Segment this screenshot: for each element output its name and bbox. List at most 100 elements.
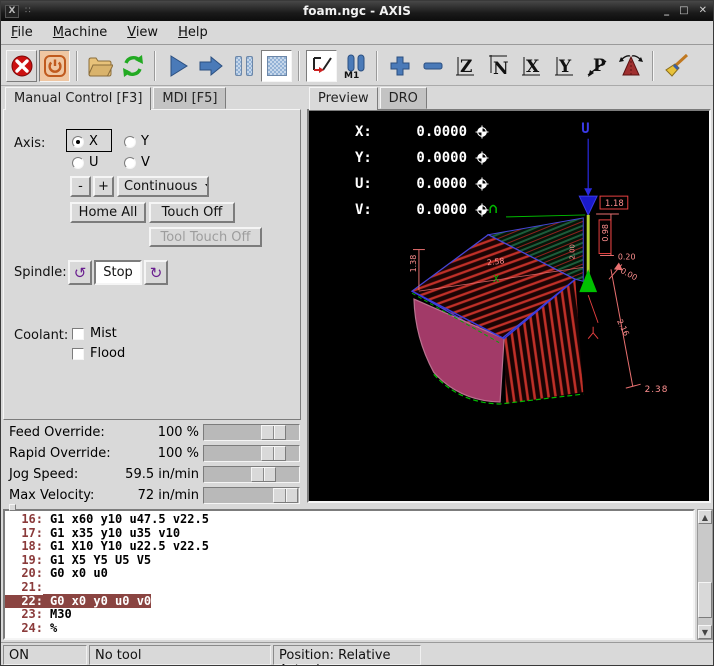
jog-speed-slider[interactable] xyxy=(203,466,300,483)
jog-plus-button[interactable]: + xyxy=(93,176,114,197)
rapid-marker xyxy=(490,206,496,213)
close-button[interactable]: ✕ xyxy=(699,6,707,16)
open-file-button[interactable] xyxy=(84,50,115,82)
gcode-line[interactable]: 19:G1 X5 Y5 U5 V5 xyxy=(5,554,693,568)
estop-button[interactable] xyxy=(6,50,37,82)
pause-button[interactable] xyxy=(228,50,259,82)
view-y-button[interactable]: Y xyxy=(549,50,580,82)
toolbar-separator xyxy=(76,51,78,81)
scroll-down-arrow[interactable]: ▼ xyxy=(698,625,712,639)
tab-dro[interactable]: DRO xyxy=(380,87,427,109)
dim-1-38: 1.38 xyxy=(409,255,418,273)
reload-button[interactable] xyxy=(117,50,148,82)
dro-row-x: X:0.0000 xyxy=(355,119,489,145)
preview-canvas[interactable]: X 1.38 2.58 2.00 U xyxy=(307,109,711,503)
axis-radio-v[interactable]: V xyxy=(124,155,150,170)
slider-handle[interactable] xyxy=(261,446,286,461)
touch-off-button[interactable]: Touch Off xyxy=(149,202,235,223)
gcode-line[interactable]: 21: xyxy=(5,581,693,595)
spindle-cw-button[interactable]: ↻ xyxy=(144,260,168,285)
home-all-button[interactable]: Home All xyxy=(70,202,146,223)
manual-frame: Axis: X Y U V - + Continuous Home All To… xyxy=(3,109,301,420)
max-velocity-row: Max Velocity: 72 in/min xyxy=(3,487,303,505)
axis-radio-y[interactable]: Y xyxy=(124,134,149,149)
gcode-line[interactable]: 18:G1 X10 Y10 u22.5 v22.5 xyxy=(5,540,693,554)
spindle-stop-button[interactable]: Stop xyxy=(94,260,142,285)
plus-icon xyxy=(389,55,411,77)
dim-1-18: 1.18 xyxy=(605,198,624,208)
spindle-ccw-icon: ↺ xyxy=(74,264,87,282)
tab-preview[interactable]: Preview xyxy=(309,87,378,110)
feed-override-slider[interactable] xyxy=(203,424,300,441)
zoom-in-button[interactable] xyxy=(384,50,415,82)
tool-status-cell: No tool xyxy=(89,645,271,665)
gcode-line[interactable]: 23:M30 xyxy=(5,608,693,622)
pane-sash-grip[interactable] xyxy=(9,504,16,511)
scroll-up-arrow[interactable]: ▲ xyxy=(698,510,712,524)
checkbox-box xyxy=(72,328,84,340)
tab-manual-control[interactable]: Manual Control [F3] xyxy=(5,87,151,110)
zoom-out-button[interactable] xyxy=(417,50,448,82)
tab-mdi[interactable]: MDI [F5] xyxy=(153,87,226,109)
run-from-line-icon xyxy=(310,54,334,78)
slider-handle[interactable] xyxy=(261,425,286,440)
pause-icon xyxy=(235,56,253,76)
view-z2-button[interactable]: N xyxy=(483,50,514,82)
rapid-override-value: 100 % xyxy=(63,446,199,461)
spindle-label: Spindle: xyxy=(14,265,67,280)
view-x-button[interactable]: X xyxy=(516,50,547,82)
radio-dot xyxy=(72,136,84,148)
axis-label: Axis: xyxy=(14,136,45,151)
gcode-line-active[interactable]: 22:G0 x0 y0 u0 v0 xyxy=(5,595,693,609)
clear-plot-button[interactable] xyxy=(660,50,691,82)
flood-checkbox[interactable]: Flood xyxy=(72,346,125,361)
max-velocity-slider[interactable] xyxy=(203,487,300,504)
run-program-button[interactable] xyxy=(162,50,193,82)
menu-help[interactable]: Help xyxy=(178,25,208,40)
spindle-ccw-button[interactable]: ↺ xyxy=(68,260,92,285)
slider-handle[interactable] xyxy=(273,488,298,503)
gcode-line[interactable]: 24:% xyxy=(5,622,693,636)
run-step-button[interactable] xyxy=(195,50,226,82)
unhomed-origin-icon xyxy=(475,125,489,139)
slider-handle[interactable] xyxy=(251,467,276,482)
dim-0-98: 0.98 xyxy=(601,224,610,242)
gcode-line[interactable]: 20:G0 x0 u0 xyxy=(5,567,693,581)
dim-0-00: 0.00 xyxy=(619,266,639,282)
menu-view[interactable]: View xyxy=(127,25,158,40)
toolbar-separator xyxy=(154,51,156,81)
tool-touch-off-button[interactable]: Tool Touch Off xyxy=(149,227,262,247)
machine-power-button[interactable] xyxy=(39,50,70,82)
svg-text:X: X xyxy=(526,57,540,77)
machine-state-cell: ON xyxy=(3,645,87,665)
scrollbar-thumb[interactable] xyxy=(698,582,712,618)
coolant-label: Coolant: xyxy=(14,328,68,343)
jog-minus-button[interactable]: - xyxy=(70,176,91,197)
view-perspective-button[interactable]: P xyxy=(582,50,613,82)
stop-button[interactable] xyxy=(261,50,292,82)
axis-radio-x[interactable]: X xyxy=(72,134,98,149)
view-perspective-icon: P xyxy=(586,53,610,79)
menu-file[interactable]: File xyxy=(11,25,33,40)
mist-checkbox[interactable]: Mist xyxy=(72,326,117,341)
rapid-override-slider[interactable] xyxy=(203,445,300,462)
gcode-scrollbar[interactable]: ▲ ▼ xyxy=(697,509,713,640)
axis-radio-u[interactable]: U xyxy=(72,155,99,170)
checkbox-box xyxy=(72,348,84,360)
run-from-line-button[interactable] xyxy=(306,50,337,82)
gcode-line[interactable]: 16:G1 x60 y10 u47.5 v22.5 xyxy=(5,513,693,527)
unhomed-origin-icon xyxy=(475,203,489,217)
minimize-button[interactable]: _ xyxy=(664,6,669,16)
reload-icon xyxy=(120,53,146,79)
menu-machine[interactable]: Machine xyxy=(53,25,107,40)
jog-increment-dropdown[interactable]: Continuous xyxy=(117,176,209,197)
view-z-button[interactable]: Z xyxy=(450,50,481,82)
radio-dot xyxy=(124,136,136,148)
dim-2-00: 2.00 xyxy=(568,244,576,259)
svg-text:N: N xyxy=(493,59,509,79)
optional-stop-button[interactable]: M1 xyxy=(339,50,370,82)
maximize-button[interactable]: □ xyxy=(679,6,688,16)
radio-dot xyxy=(124,157,136,169)
rotate-view-button[interactable] xyxy=(615,50,646,82)
gcode-line[interactable]: 17:G1 x35 y10 u35 v10 xyxy=(5,527,693,541)
